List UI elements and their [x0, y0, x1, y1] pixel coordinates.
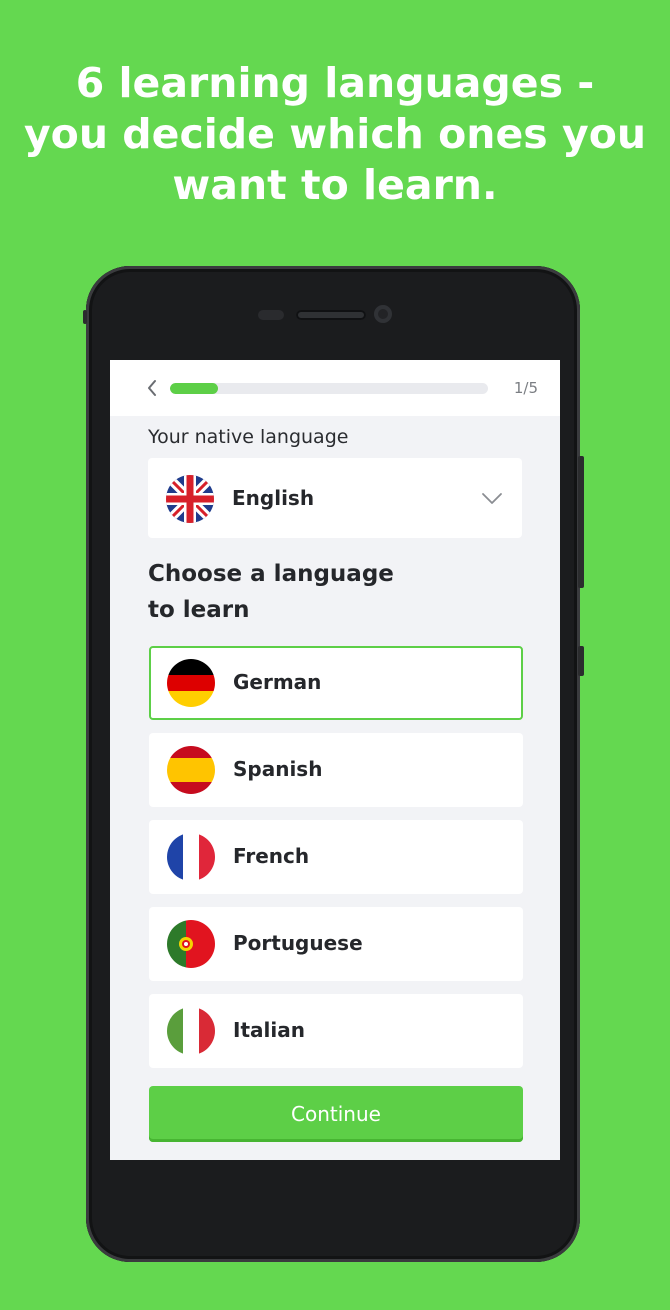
progress-fill — [170, 383, 218, 394]
volume-button — [578, 456, 584, 588]
top-bar: 1/5 — [110, 360, 560, 416]
spain-flag-icon — [167, 746, 215, 794]
choose-heading-line-1: Choose a language — [148, 561, 394, 587]
language-name: Italian — [233, 1018, 305, 1042]
chevron-left-icon — [148, 380, 156, 396]
native-language-value: English — [232, 486, 315, 510]
uk-flag-icon — [166, 475, 214, 523]
language-name: German — [233, 670, 322, 694]
portugal-flag-icon — [167, 920, 215, 968]
language-option-italian[interactable]: Italian — [149, 994, 523, 1068]
language-option-spanish[interactable]: Spanish — [149, 733, 523, 807]
language-name: Portuguese — [233, 931, 363, 955]
proximity-sensor — [258, 310, 284, 320]
language-name: Spanish — [233, 757, 323, 781]
language-option-portuguese[interactable]: Portuguese — [149, 907, 523, 981]
language-option-french[interactable]: French — [149, 820, 523, 894]
headline-line-1: 6 learning languages - — [75, 59, 595, 107]
back-button[interactable] — [140, 376, 164, 400]
language-option-german[interactable]: German — [149, 646, 523, 720]
france-flag-icon — [167, 833, 215, 881]
app-screen: 1/5 Your native language English Choose … — [110, 360, 560, 1160]
language-name: French — [233, 844, 310, 868]
front-camera-icon — [374, 305, 392, 323]
choose-language-heading: Choose a language to learn — [148, 556, 394, 628]
chevron-down-icon — [482, 493, 502, 504]
native-language-select[interactable]: English — [148, 458, 522, 538]
step-counter: 1/5 — [513, 379, 538, 397]
earpiece-speaker — [296, 310, 366, 320]
progress-bar — [170, 383, 488, 394]
native-language-label: Your native language — [148, 426, 349, 448]
continue-button[interactable]: Continue — [149, 1086, 523, 1142]
side-notch — [83, 310, 87, 324]
italy-flag-icon — [167, 1007, 215, 1055]
power-button — [578, 646, 584, 676]
headline-line-3: want to learn. — [172, 161, 498, 209]
choose-heading-line-2: to learn — [148, 597, 250, 623]
germany-flag-icon — [167, 659, 215, 707]
headline-line-2: you decide which ones you — [23, 110, 647, 158]
promo-headline: 6 learning languages - you decide which … — [0, 58, 670, 211]
